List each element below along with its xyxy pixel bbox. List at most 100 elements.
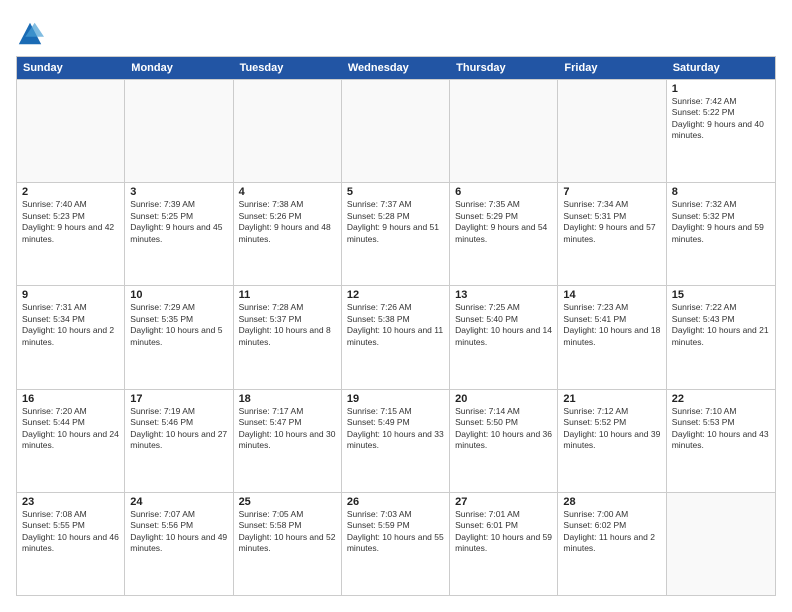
calendar-cell <box>667 493 775 595</box>
day-info: Sunrise: 7:34 AM Sunset: 5:31 PM Dayligh… <box>563 199 660 245</box>
day-number: 26 <box>347 496 444 508</box>
day-info: Sunrise: 7:03 AM Sunset: 5:59 PM Dayligh… <box>347 509 444 555</box>
day-info: Sunrise: 7:35 AM Sunset: 5:29 PM Dayligh… <box>455 199 552 245</box>
day-info: Sunrise: 7:08 AM Sunset: 5:55 PM Dayligh… <box>22 509 119 555</box>
day-info: Sunrise: 7:17 AM Sunset: 5:47 PM Dayligh… <box>239 406 336 452</box>
calendar-cell <box>125 80 233 182</box>
day-number: 11 <box>239 289 336 301</box>
calendar-cell: 25Sunrise: 7:05 AM Sunset: 5:58 PM Dayli… <box>234 493 342 595</box>
logo-icon <box>16 20 44 48</box>
day-info: Sunrise: 7:14 AM Sunset: 5:50 PM Dayligh… <box>455 406 552 452</box>
calendar-cell <box>17 80 125 182</box>
calendar-cell <box>450 80 558 182</box>
calendar-cell: 20Sunrise: 7:14 AM Sunset: 5:50 PM Dayli… <box>450 390 558 492</box>
calendar-week-2: 2Sunrise: 7:40 AM Sunset: 5:23 PM Daylig… <box>17 182 775 285</box>
day-info: Sunrise: 7:00 AM Sunset: 6:02 PM Dayligh… <box>563 509 660 555</box>
header-day-thursday: Thursday <box>450 57 558 79</box>
calendar-cell: 27Sunrise: 7:01 AM Sunset: 6:01 PM Dayli… <box>450 493 558 595</box>
day-info: Sunrise: 7:32 AM Sunset: 5:32 PM Dayligh… <box>672 199 770 245</box>
day-info: Sunrise: 7:26 AM Sunset: 5:38 PM Dayligh… <box>347 302 444 348</box>
calendar-body: 1Sunrise: 7:42 AM Sunset: 5:22 PM Daylig… <box>17 79 775 595</box>
header-day-monday: Monday <box>125 57 233 79</box>
day-number: 18 <box>239 393 336 405</box>
day-info: Sunrise: 7:42 AM Sunset: 5:22 PM Dayligh… <box>672 96 770 142</box>
calendar-cell: 4Sunrise: 7:38 AM Sunset: 5:26 PM Daylig… <box>234 183 342 285</box>
calendar-header: SundayMondayTuesdayWednesdayThursdayFrid… <box>17 57 775 79</box>
calendar-cell: 18Sunrise: 7:17 AM Sunset: 5:47 PM Dayli… <box>234 390 342 492</box>
day-info: Sunrise: 7:10 AM Sunset: 5:53 PM Dayligh… <box>672 406 770 452</box>
calendar-week-3: 9Sunrise: 7:31 AM Sunset: 5:34 PM Daylig… <box>17 285 775 388</box>
day-info: Sunrise: 7:40 AM Sunset: 5:23 PM Dayligh… <box>22 199 119 245</box>
day-number: 7 <box>563 186 660 198</box>
day-number: 4 <box>239 186 336 198</box>
calendar-cell: 5Sunrise: 7:37 AM Sunset: 5:28 PM Daylig… <box>342 183 450 285</box>
day-info: Sunrise: 7:31 AM Sunset: 5:34 PM Dayligh… <box>22 302 119 348</box>
day-info: Sunrise: 7:39 AM Sunset: 5:25 PM Dayligh… <box>130 199 227 245</box>
day-number: 9 <box>22 289 119 301</box>
calendar-cell: 6Sunrise: 7:35 AM Sunset: 5:29 PM Daylig… <box>450 183 558 285</box>
calendar-cell: 9Sunrise: 7:31 AM Sunset: 5:34 PM Daylig… <box>17 286 125 388</box>
calendar-cell: 19Sunrise: 7:15 AM Sunset: 5:49 PM Dayli… <box>342 390 450 492</box>
day-number: 27 <box>455 496 552 508</box>
calendar-cell: 8Sunrise: 7:32 AM Sunset: 5:32 PM Daylig… <box>667 183 775 285</box>
day-info: Sunrise: 7:28 AM Sunset: 5:37 PM Dayligh… <box>239 302 336 348</box>
calendar-cell: 16Sunrise: 7:20 AM Sunset: 5:44 PM Dayli… <box>17 390 125 492</box>
logo <box>16 20 48 48</box>
calendar-cell: 11Sunrise: 7:28 AM Sunset: 5:37 PM Dayli… <box>234 286 342 388</box>
day-number: 19 <box>347 393 444 405</box>
calendar-cell: 2Sunrise: 7:40 AM Sunset: 5:23 PM Daylig… <box>17 183 125 285</box>
day-info: Sunrise: 7:19 AM Sunset: 5:46 PM Dayligh… <box>130 406 227 452</box>
day-info: Sunrise: 7:37 AM Sunset: 5:28 PM Dayligh… <box>347 199 444 245</box>
calendar-cell: 3Sunrise: 7:39 AM Sunset: 5:25 PM Daylig… <box>125 183 233 285</box>
calendar-week-4: 16Sunrise: 7:20 AM Sunset: 5:44 PM Dayli… <box>17 389 775 492</box>
day-number: 12 <box>347 289 444 301</box>
day-info: Sunrise: 7:22 AM Sunset: 5:43 PM Dayligh… <box>672 302 770 348</box>
day-number: 8 <box>672 186 770 198</box>
day-info: Sunrise: 7:07 AM Sunset: 5:56 PM Dayligh… <box>130 509 227 555</box>
calendar-cell: 15Sunrise: 7:22 AM Sunset: 5:43 PM Dayli… <box>667 286 775 388</box>
calendar-week-5: 23Sunrise: 7:08 AM Sunset: 5:55 PM Dayli… <box>17 492 775 595</box>
calendar-cell: 13Sunrise: 7:25 AM Sunset: 5:40 PM Dayli… <box>450 286 558 388</box>
day-info: Sunrise: 7:01 AM Sunset: 6:01 PM Dayligh… <box>455 509 552 555</box>
header-day-sunday: Sunday <box>17 57 125 79</box>
day-number: 14 <box>563 289 660 301</box>
day-number: 6 <box>455 186 552 198</box>
day-number: 15 <box>672 289 770 301</box>
day-number: 1 <box>672 83 770 95</box>
day-number: 3 <box>130 186 227 198</box>
calendar-cell <box>342 80 450 182</box>
day-info: Sunrise: 7:23 AM Sunset: 5:41 PM Dayligh… <box>563 302 660 348</box>
calendar-cell <box>558 80 666 182</box>
calendar-week-1: 1Sunrise: 7:42 AM Sunset: 5:22 PM Daylig… <box>17 79 775 182</box>
header-day-wednesday: Wednesday <box>342 57 450 79</box>
page-header <box>16 16 776 48</box>
calendar-cell: 22Sunrise: 7:10 AM Sunset: 5:53 PM Dayli… <box>667 390 775 492</box>
calendar-cell: 12Sunrise: 7:26 AM Sunset: 5:38 PM Dayli… <box>342 286 450 388</box>
calendar-cell: 17Sunrise: 7:19 AM Sunset: 5:46 PM Dayli… <box>125 390 233 492</box>
calendar: SundayMondayTuesdayWednesdayThursdayFrid… <box>16 56 776 596</box>
day-number: 17 <box>130 393 227 405</box>
day-info: Sunrise: 7:38 AM Sunset: 5:26 PM Dayligh… <box>239 199 336 245</box>
day-number: 10 <box>130 289 227 301</box>
header-day-friday: Friday <box>558 57 666 79</box>
calendar-cell: 24Sunrise: 7:07 AM Sunset: 5:56 PM Dayli… <box>125 493 233 595</box>
calendar-cell: 7Sunrise: 7:34 AM Sunset: 5:31 PM Daylig… <box>558 183 666 285</box>
day-number: 5 <box>347 186 444 198</box>
calendar-cell: 21Sunrise: 7:12 AM Sunset: 5:52 PM Dayli… <box>558 390 666 492</box>
day-number: 23 <box>22 496 119 508</box>
calendar-cell: 28Sunrise: 7:00 AM Sunset: 6:02 PM Dayli… <box>558 493 666 595</box>
day-info: Sunrise: 7:15 AM Sunset: 5:49 PM Dayligh… <box>347 406 444 452</box>
day-info: Sunrise: 7:12 AM Sunset: 5:52 PM Dayligh… <box>563 406 660 452</box>
day-number: 28 <box>563 496 660 508</box>
day-number: 13 <box>455 289 552 301</box>
day-number: 21 <box>563 393 660 405</box>
calendar-cell: 10Sunrise: 7:29 AM Sunset: 5:35 PM Dayli… <box>125 286 233 388</box>
day-info: Sunrise: 7:29 AM Sunset: 5:35 PM Dayligh… <box>130 302 227 348</box>
day-number: 16 <box>22 393 119 405</box>
header-day-tuesday: Tuesday <box>234 57 342 79</box>
calendar-cell <box>234 80 342 182</box>
calendar-cell: 23Sunrise: 7:08 AM Sunset: 5:55 PM Dayli… <box>17 493 125 595</box>
day-number: 20 <box>455 393 552 405</box>
day-number: 2 <box>22 186 119 198</box>
day-number: 22 <box>672 393 770 405</box>
